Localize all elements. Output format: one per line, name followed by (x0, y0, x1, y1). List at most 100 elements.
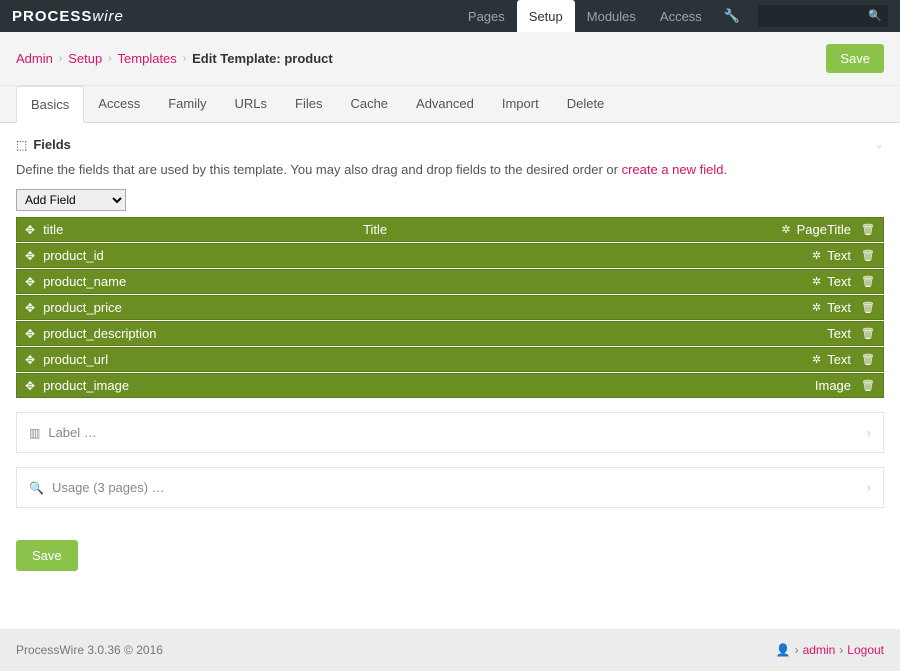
trash-icon[interactable]: 🗑 (861, 327, 875, 340)
nav-pages[interactable]: Pages (456, 0, 517, 32)
drag-icon[interactable]: ✥ (25, 353, 35, 367)
fields-title: Fields (33, 137, 71, 152)
field-type-wrap: ✲ PageTitle 🗑 (781, 222, 875, 237)
bc-setup[interactable]: Setup (68, 51, 102, 66)
drag-icon[interactable]: ✥ (25, 223, 35, 237)
tab-basics[interactable]: Basics (16, 86, 84, 123)
trash-icon[interactable]: 🗑 (861, 275, 875, 288)
chevron-right-icon: › (867, 480, 871, 495)
field-row[interactable]: ✥ product_price ✲ Text 🗑 (16, 295, 884, 320)
footer-right: 👤 › admin › Logout (776, 643, 884, 657)
field-name: product_price (43, 300, 363, 315)
bc-current: Edit Template: product (192, 51, 333, 66)
fields-desc: Define the fields that are used by this … (16, 162, 884, 177)
create-field-link[interactable]: create a new field (622, 162, 724, 177)
breadcrumb-bar: Admin › Setup › Templates › Edit Templat… (0, 32, 900, 86)
field-row[interactable]: ✥product_name✲Text🗑 (16, 269, 884, 294)
field-type-wrap: ✲ Text 🗑 (812, 300, 875, 315)
gear-icon[interactable]: ✲ (812, 353, 821, 366)
field-row-header[interactable]: ✥ title Title ✲ PageTitle 🗑 (16, 217, 884, 242)
gear-icon[interactable]: ✲ (812, 249, 821, 262)
field-type-wrap: ✲ Text 🗑 (812, 248, 875, 263)
field-row[interactable]: ✥ product_description Text🗑 (16, 321, 884, 346)
field-row[interactable]: ✥ product_image Image 🗑 (16, 373, 884, 398)
trash-icon[interactable]: 🗑 (861, 379, 875, 392)
field-row[interactable]: ✥product_url✲Text🗑 (16, 347, 884, 372)
label-panel-text: Label … (48, 425, 96, 440)
footer-sep: › (839, 643, 843, 657)
top-nav: Pages Setup Modules Access 🔧 🔍 (456, 0, 888, 32)
bc-sep: › (59, 53, 62, 64)
tab-files[interactable]: Files (281, 86, 336, 122)
save-button-top[interactable]: Save (826, 44, 884, 73)
logo-bold: PROCESS (12, 8, 92, 25)
content: ⬚ Fields ⌄ Define the fields that are us… (0, 123, 900, 522)
trash-icon[interactable]: 🗑 (861, 223, 875, 236)
fields-header[interactable]: ⬚ Fields ⌄ (16, 137, 884, 152)
bc-sep: › (108, 53, 111, 64)
gear-icon[interactable]: ✲ (812, 275, 821, 288)
drag-icon[interactable]: ✥ (25, 301, 35, 315)
field-name: title (43, 222, 363, 237)
tabs: Basics Access Family URLs Files Cache Ad… (0, 86, 900, 123)
bc-templates[interactable]: Templates (118, 51, 177, 66)
drag-icon[interactable]: ✥ (25, 379, 35, 393)
save-button-bottom[interactable]: Save (16, 540, 78, 571)
tab-cache[interactable]: Cache (336, 86, 402, 122)
tab-urls[interactable]: URLs (220, 86, 281, 122)
tab-advanced[interactable]: Advanced (402, 86, 488, 122)
tab-access[interactable]: Access (84, 86, 154, 122)
field-type: Text (827, 300, 851, 315)
usage-panel[interactable]: 🔍 Usage (3 pages) … › (16, 467, 884, 508)
add-field-wrap: Add Field (16, 189, 884, 211)
search-wrap: 🔍 (750, 5, 888, 27)
footer-admin-link[interactable]: admin (803, 643, 836, 657)
field-name: product_image (43, 378, 363, 393)
fields-icon: ⬚ (16, 138, 27, 152)
nav-modules[interactable]: Modules (575, 0, 648, 32)
drag-icon[interactable]: ✥ (25, 249, 35, 263)
trash-icon[interactable]: 🗑 (861, 249, 875, 262)
barcode-icon: ▥ (29, 426, 40, 440)
top-bar: PROCESSwire Pages Setup Modules Access 🔧… (0, 0, 900, 32)
chevron-right-icon: › (867, 425, 871, 440)
user-icon: 👤 (776, 643, 791, 657)
tab-delete[interactable]: Delete (553, 86, 619, 122)
search-icon-panel: 🔍 (29, 481, 44, 495)
field-row[interactable]: ✥ product_id ✲ Text 🗑 (16, 243, 884, 268)
desc-text: Define the fields that are used by this … (16, 162, 622, 177)
trash-icon[interactable]: 🗑 (861, 353, 875, 366)
gear-icon[interactable]: ✲ (812, 301, 821, 314)
search-icon: 🔍 (868, 9, 882, 22)
field-type: Text (827, 248, 851, 263)
drag-icon[interactable]: ✥ (25, 275, 35, 289)
field-type-wrap: Text🗑 (827, 326, 875, 341)
drag-icon[interactable]: ✥ (25, 327, 35, 341)
tab-family[interactable]: Family (154, 86, 220, 122)
footer-logout-link[interactable]: Logout (847, 643, 884, 657)
field-type: PageTitle (797, 222, 851, 237)
field-name: product_description (43, 326, 363, 341)
gear-icon[interactable]: ✲ (781, 223, 790, 236)
field-type: Image (815, 378, 851, 393)
add-field-select[interactable]: Add Field (16, 189, 126, 211)
wrench-icon[interactable]: 🔧 (714, 8, 750, 24)
footer-version: ProcessWire 3.0.36 © 2016 (16, 643, 163, 657)
footer-sep: › (795, 643, 799, 657)
bc-admin[interactable]: Admin (16, 51, 53, 66)
nav-setup[interactable]: Setup (517, 0, 575, 32)
field-type: Text (827, 274, 851, 289)
field-type-wrap: ✲ Text 🗑 (812, 274, 875, 289)
logo-italic: wire (92, 8, 124, 25)
trash-icon[interactable]: 🗑 (861, 301, 875, 314)
nav-access[interactable]: Access (648, 0, 714, 32)
usage-panel-text: Usage (3 pages) … (52, 480, 165, 495)
field-type-wrap: ✲Text🗑 (812, 352, 875, 367)
tab-import[interactable]: Import (488, 86, 553, 122)
label-panel[interactable]: ▥ Label … › (16, 412, 884, 453)
field-name: product_id (43, 248, 363, 263)
footer: ProcessWire 3.0.36 © 2016 👤 › admin › Lo… (0, 629, 900, 671)
field-type-wrap: Image 🗑 (815, 378, 875, 393)
chevron-down-icon: ⌄ (875, 138, 884, 151)
desc-after: . (724, 162, 728, 177)
